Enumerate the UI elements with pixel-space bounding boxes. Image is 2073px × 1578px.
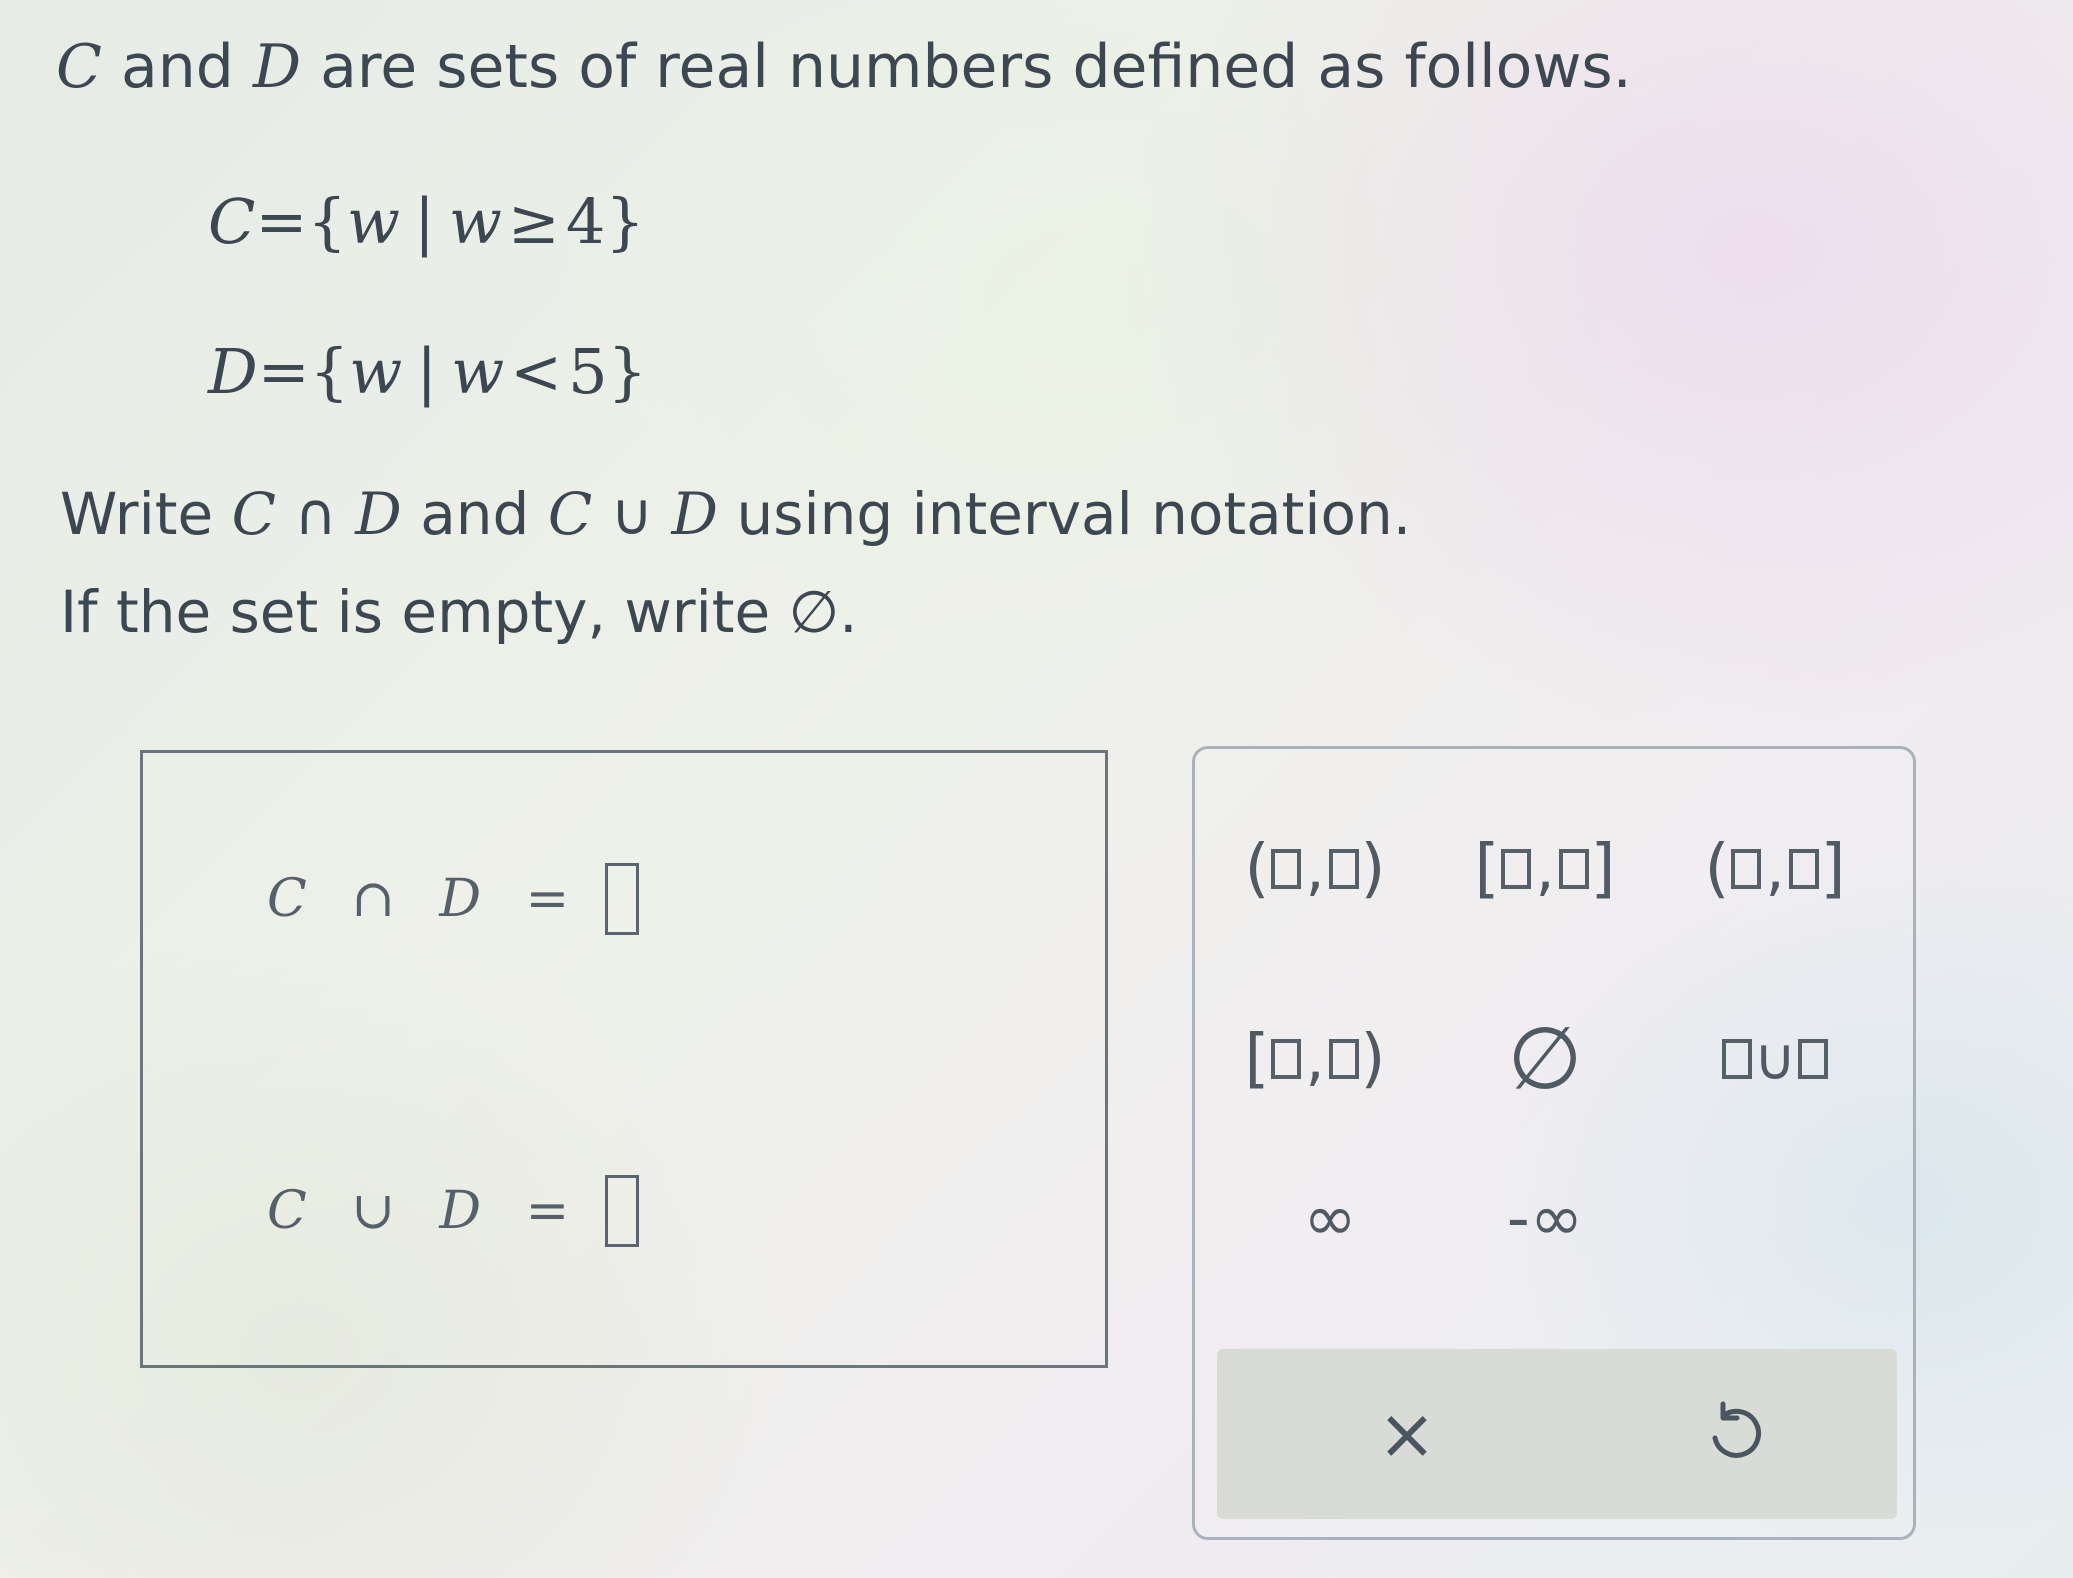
- answer-box: C ∩ D = C ∪ D =: [140, 750, 1108, 1368]
- undo-icon: [1712, 1401, 1761, 1458]
- def-d-var: w: [349, 335, 403, 408]
- instr-empty-text: If the set is empty, write: [60, 578, 789, 646]
- intro-rest: are sets of real numbers defined as foll…: [301, 32, 1632, 102]
- union-button[interactable]: ∪: [1695, 999, 1855, 1119]
- def-d-close-brace: }: [607, 335, 648, 408]
- placeholder-box-icon: [1271, 849, 1302, 889]
- paren-right: ): [1360, 832, 1386, 906]
- def-d-name: D: [208, 335, 258, 408]
- def-c-relation: ≥: [507, 185, 560, 258]
- set-c-symbol: C: [56, 32, 102, 102]
- def-c-eq: =: [255, 185, 308, 258]
- definition-c: C={w | w≥4}: [208, 185, 645, 258]
- open-open-interval-button[interactable]: (,): [1235, 809, 1395, 929]
- placeholder-box-icon: [1328, 849, 1359, 889]
- set-d-symbol: D: [252, 32, 302, 102]
- comma: ,: [1305, 834, 1325, 904]
- problem-intro: C and D are sets of real numbers defined…: [56, 32, 1632, 102]
- open-closed-interval-button[interactable]: (,]: [1695, 809, 1855, 929]
- placeholder-box-icon: [1721, 1039, 1752, 1079]
- clear-button[interactable]: ×: [1357, 1389, 1457, 1479]
- intersection-row: C ∩ D =: [267, 863, 640, 935]
- instruction-interval: Write C ∩ D and C ∪ D using interval not…: [60, 480, 1411, 548]
- instr-c2: C: [547, 480, 593, 548]
- intersection-input[interactable]: [605, 863, 640, 935]
- placeholder-box-icon: [1788, 849, 1819, 889]
- def-c-name: C: [208, 185, 256, 258]
- closed-open-interval-button[interactable]: [,): [1235, 999, 1395, 1119]
- instr-rest: using interval notation.: [718, 480, 1412, 548]
- def-d-eq: =: [257, 335, 310, 408]
- placeholder-box-icon: [1798, 1039, 1829, 1079]
- placeholder-box-icon: [1558, 849, 1589, 889]
- instr-c1: C: [231, 480, 276, 548]
- instr-cup: ∪: [592, 480, 672, 548]
- union-label: C ∪ D =: [267, 1181, 584, 1241]
- instr-d1: D: [355, 480, 402, 548]
- paren-left: (: [1704, 832, 1730, 906]
- def-c-bar: |: [413, 185, 435, 258]
- paren-left: (: [1244, 832, 1270, 906]
- comma: ,: [1765, 834, 1785, 904]
- definition-d: D={w | w<5}: [208, 335, 647, 408]
- negative-infinity-icon: -∞: [1506, 1182, 1584, 1256]
- instr-write: Write: [60, 480, 232, 548]
- placeholder-box-icon: [1731, 849, 1762, 889]
- empty-set-icon: ∅: [1507, 1009, 1583, 1109]
- instr-and: and: [401, 480, 548, 548]
- bracket-left: [: [1244, 1022, 1270, 1096]
- def-c-close-brace: }: [605, 185, 645, 258]
- paren-right: ): [1360, 1022, 1386, 1096]
- placeholder-box-icon: [1271, 1039, 1302, 1079]
- union-input[interactable]: [605, 1175, 640, 1247]
- empty-set-button[interactable]: ∅: [1485, 999, 1605, 1119]
- infinity-button[interactable]: ∞: [1265, 1169, 1395, 1269]
- def-c-number: 4: [565, 185, 606, 258]
- bracket-right: ]: [1820, 832, 1846, 906]
- union-row: C ∪ D =: [267, 1175, 640, 1247]
- infinity-icon: ∞: [1303, 1182, 1357, 1256]
- comma: ,: [1305, 1024, 1325, 1094]
- undo-button[interactable]: [1685, 1389, 1785, 1479]
- def-d-open-brace: {: [309, 335, 350, 408]
- bracket-left: [: [1474, 832, 1500, 906]
- placeholder-box-icon: [1328, 1039, 1359, 1079]
- def-d-number: 5: [568, 335, 608, 408]
- def-c-var2: w: [448, 185, 502, 258]
- instruction-empty: If the set is empty, write ∅.: [60, 578, 858, 646]
- instr-d2: D: [671, 480, 719, 548]
- def-d-bar: |: [416, 335, 438, 408]
- placeholder-box-icon: [1501, 849, 1532, 889]
- instr-empty-symbol: ∅: [788, 578, 840, 646]
- close-icon: ×: [1377, 1393, 1437, 1475]
- intersection-label: C ∩ D =: [267, 869, 584, 929]
- union-icon: ∪: [1753, 1025, 1797, 1093]
- instr-cap: ∩: [275, 480, 356, 548]
- keypad-action-bar: ×: [1217, 1349, 1897, 1519]
- def-d-var2: w: [451, 335, 505, 408]
- bracket-right: ]: [1590, 832, 1616, 906]
- closed-closed-interval-button[interactable]: [,]: [1465, 809, 1625, 929]
- comma: ,: [1535, 834, 1555, 904]
- negative-infinity-button[interactable]: -∞: [1465, 1169, 1625, 1269]
- def-c-var: w: [346, 185, 400, 258]
- def-d-relation: <: [510, 335, 563, 408]
- instr-empty-end: .: [839, 578, 858, 646]
- math-keypad: (,) [,] (,] [,) ∅ ∪ ∞ -∞ ×: [1192, 746, 1916, 1540]
- intro-and: and: [101, 32, 253, 102]
- def-c-open-brace: {: [307, 185, 347, 258]
